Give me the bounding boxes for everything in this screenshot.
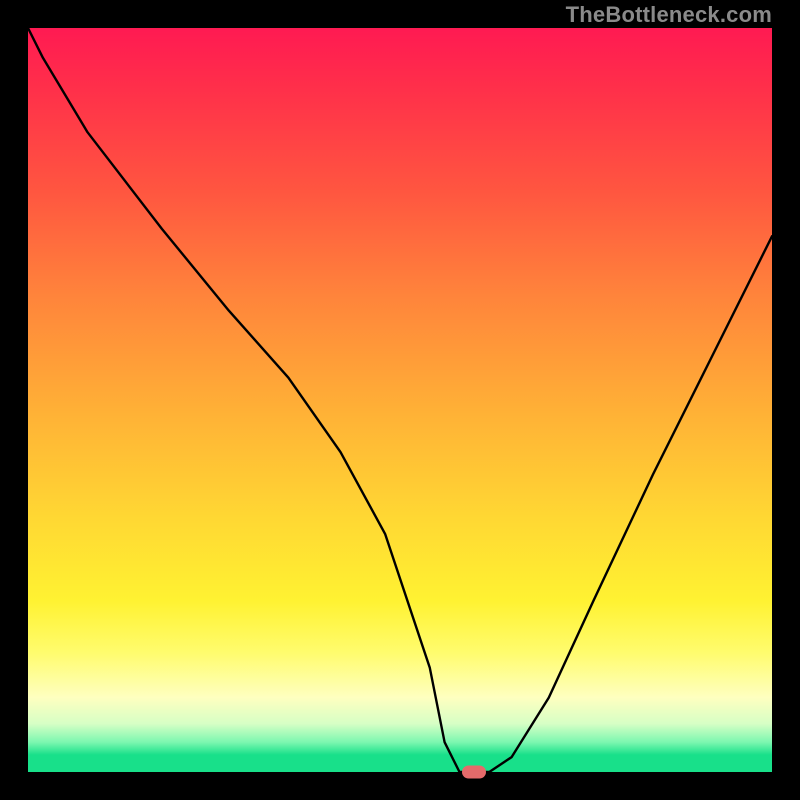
- plot-area: [28, 28, 772, 772]
- outer-frame: TheBottleneck.com: [0, 0, 800, 800]
- watermark-text: TheBottleneck.com: [566, 2, 772, 28]
- bottleneck-marker: [462, 766, 486, 779]
- bottleneck-curve: [28, 28, 772, 772]
- curve-path: [28, 28, 772, 772]
